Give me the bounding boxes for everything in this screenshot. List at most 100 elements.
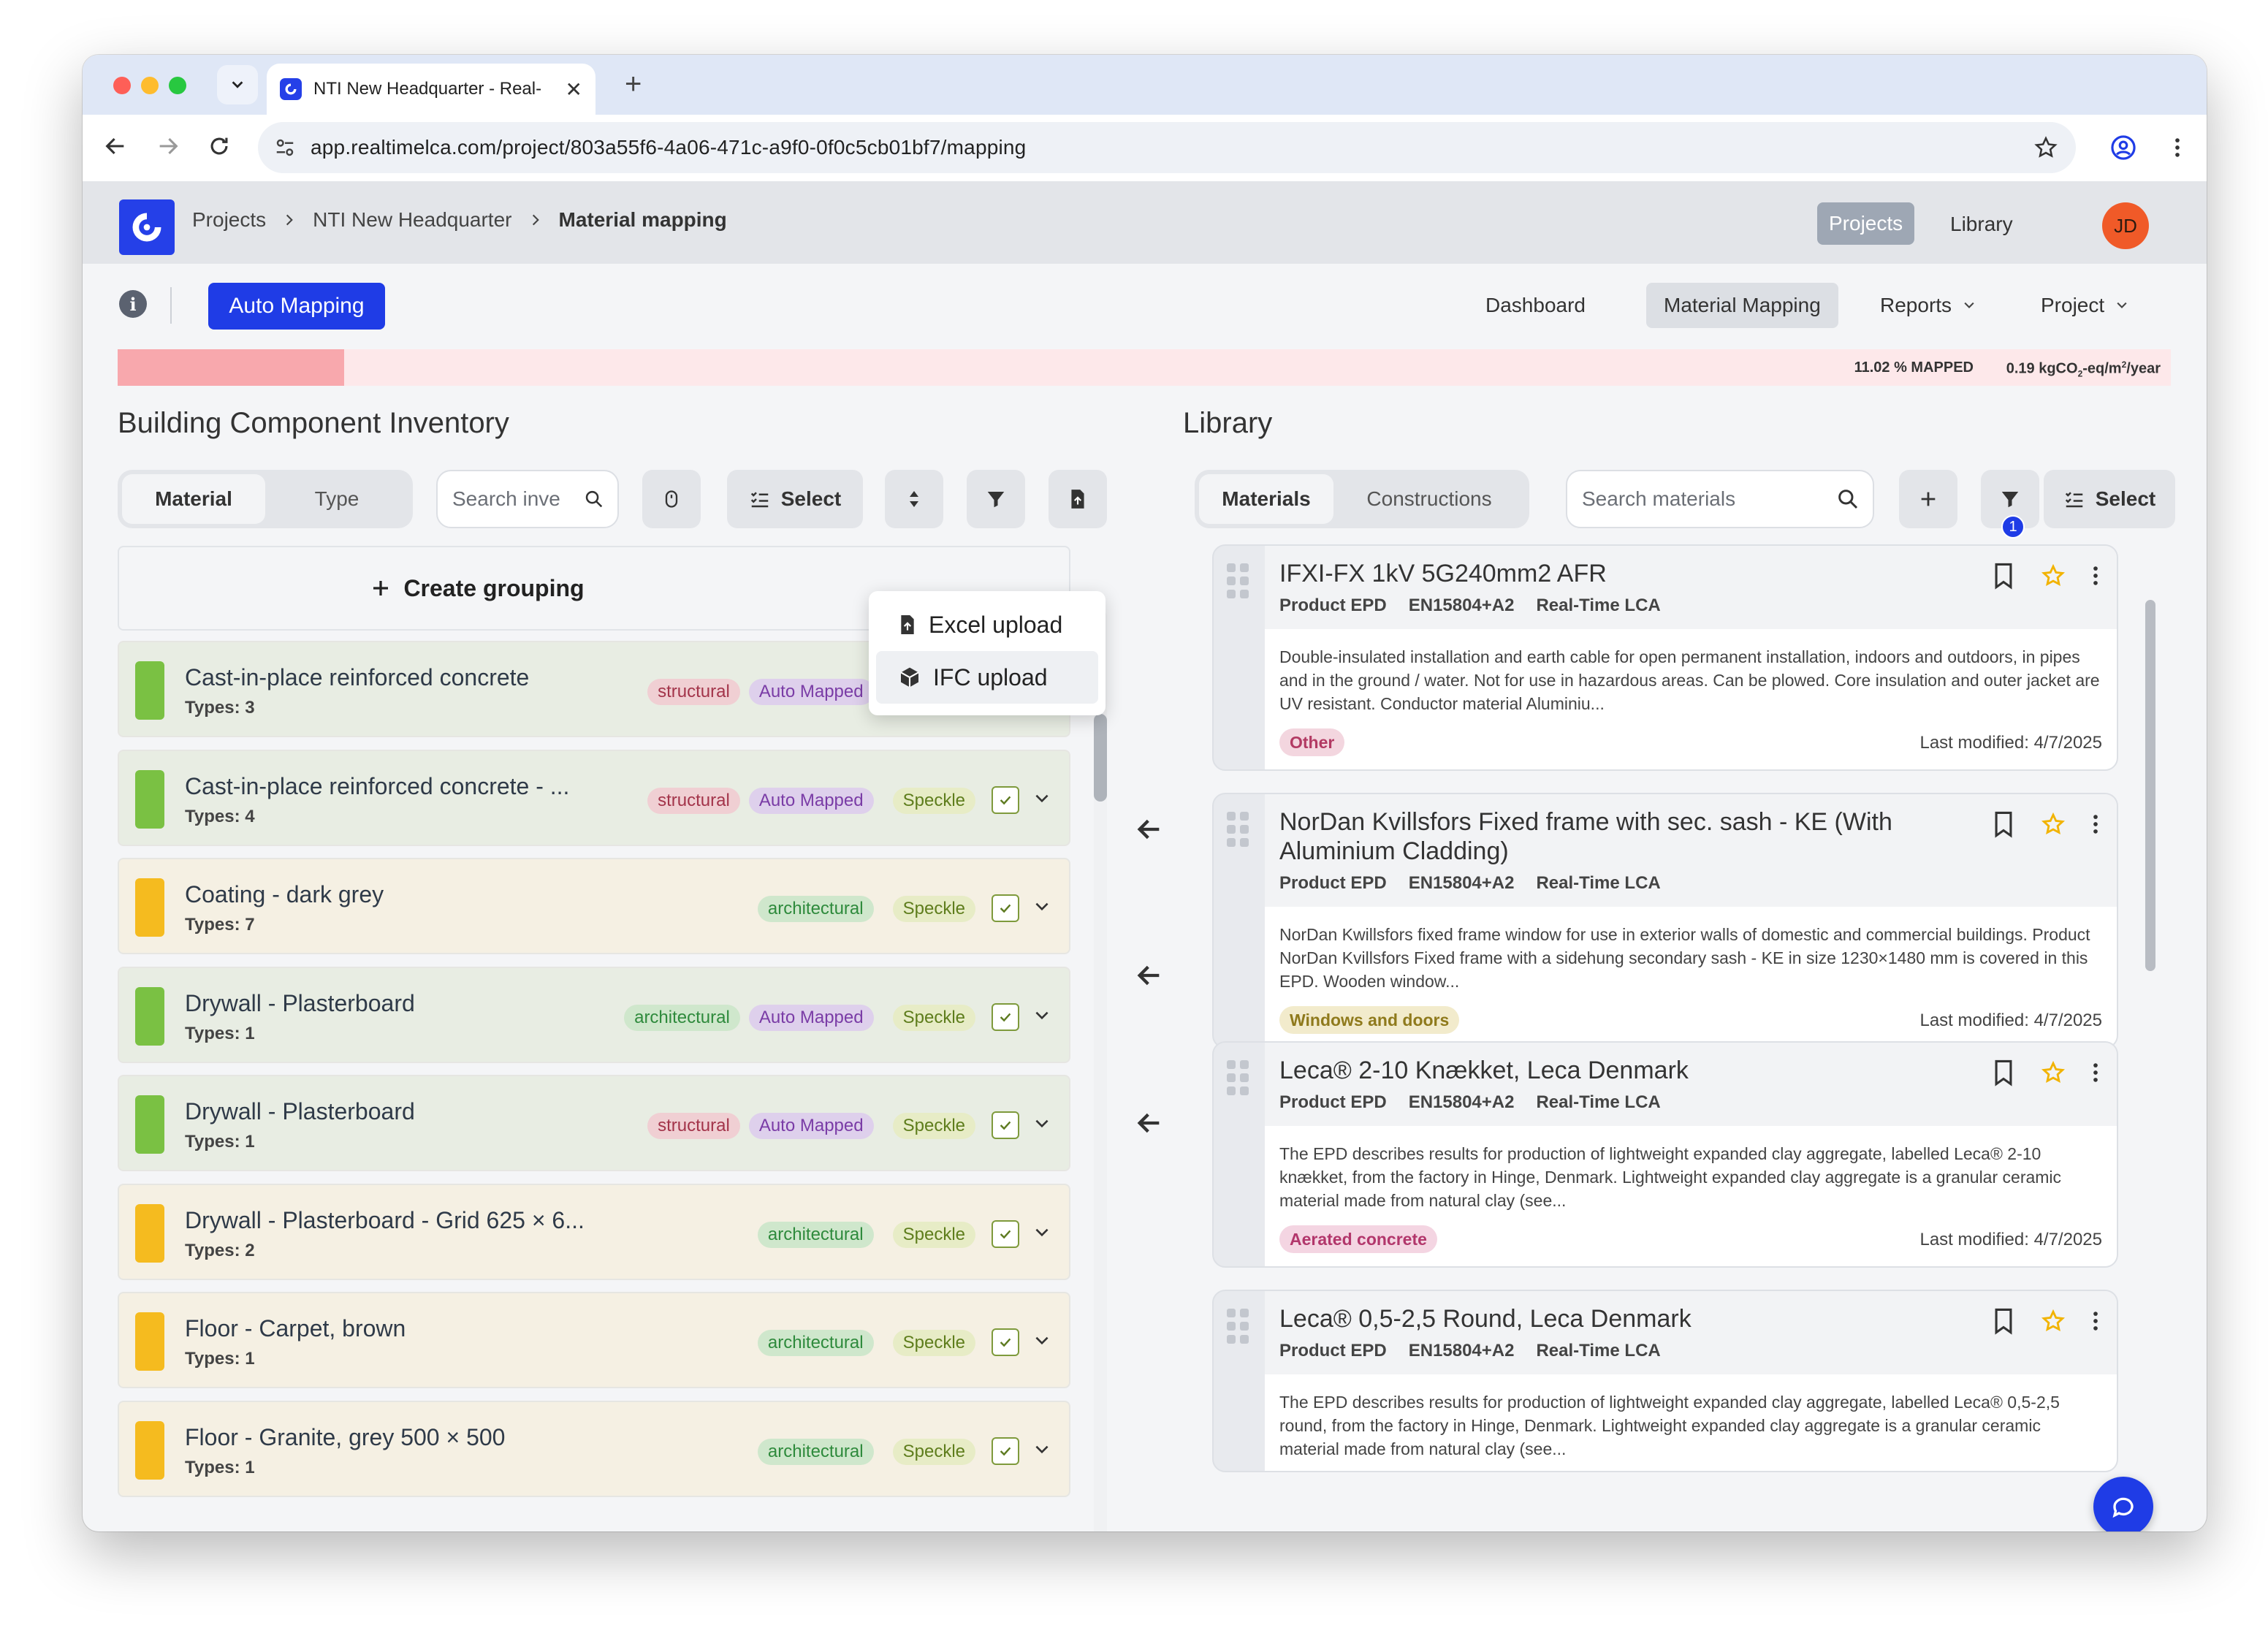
row-checkbox[interactable] bbox=[992, 1002, 1019, 1031]
app-logo[interactable] bbox=[119, 199, 175, 255]
row-checkbox[interactable] bbox=[992, 785, 1019, 814]
avatar[interactable]: JD bbox=[2102, 202, 2149, 249]
browser-menu-icon[interactable] bbox=[2165, 135, 2190, 160]
assign-arrow-button[interactable] bbox=[1130, 1104, 1168, 1142]
bookmark-icon[interactable] bbox=[1991, 562, 2016, 590]
chat-button[interactable] bbox=[2093, 1477, 2153, 1531]
upload-button[interactable] bbox=[1049, 470, 1107, 528]
drag-handle-icon[interactable] bbox=[1227, 812, 1249, 847]
row-checkbox[interactable] bbox=[992, 894, 1019, 922]
maximize-window-button[interactable] bbox=[169, 77, 186, 94]
header-projects-button[interactable]: Projects bbox=[1817, 202, 1915, 245]
drag-handle-icon[interactable] bbox=[1227, 563, 1249, 598]
nav-project[interactable]: Project bbox=[2023, 283, 2147, 328]
close-window-button[interactable] bbox=[113, 77, 131, 94]
toggle-constructions[interactable]: Constructions bbox=[1333, 474, 1525, 524]
assign-arrow-button[interactable] bbox=[1130, 810, 1168, 848]
nav-reports[interactable]: Reports bbox=[1862, 283, 1994, 328]
sort-button[interactable] bbox=[885, 470, 943, 528]
reload-icon[interactable] bbox=[207, 134, 232, 159]
library-card[interactable]: Leca® 0,5-2,5 Round, Leca Denmark Produc… bbox=[1212, 1290, 2118, 1472]
more-vertical-icon[interactable] bbox=[2090, 812, 2101, 837]
excel-upload-item[interactable]: Excel upload bbox=[876, 598, 1098, 651]
more-vertical-icon[interactable] bbox=[2090, 563, 2101, 588]
filter-count-badge: 1 bbox=[2001, 515, 2025, 539]
row-checkbox[interactable] bbox=[992, 1219, 1019, 1248]
back-icon[interactable] bbox=[103, 134, 128, 159]
library-select-button[interactable]: Select bbox=[2044, 470, 2175, 528]
expand-row-button[interactable] bbox=[1031, 1330, 1053, 1352]
library-card[interactable]: IFXI-FX 1kV 5G240mm2 AFR Product EPD EN15… bbox=[1212, 544, 2118, 771]
library-card-description: NorDan Kwillsfors fixed frame window for… bbox=[1279, 925, 2090, 991]
inventory-select-button[interactable]: Select bbox=[727, 470, 863, 528]
expand-row-button[interactable] bbox=[1031, 1222, 1053, 1244]
more-vertical-icon[interactable] bbox=[2090, 1060, 2101, 1085]
search-icon[interactable] bbox=[1836, 486, 1860, 512]
library-card-title: Leca® 2-10 Knækket, Leca Denmark bbox=[1279, 1057, 1689, 1084]
library-card[interactable]: NorDan Kvillsfors Fixed frame with sec. … bbox=[1212, 793, 2118, 1049]
row-checkbox[interactable] bbox=[992, 1436, 1019, 1465]
inventory-filter-button[interactable] bbox=[967, 470, 1025, 528]
inventory-row[interactable]: Floor - Granite, grey 500 × 500 Types: 1… bbox=[118, 1400, 1070, 1497]
forward-icon[interactable] bbox=[156, 134, 180, 159]
inventory-row[interactable]: Drywall - Plasterboard - Grid 625 × 6...… bbox=[118, 1183, 1070, 1280]
header-library-link[interactable]: Library bbox=[1950, 213, 2013, 236]
bookmark-icon[interactable] bbox=[1991, 1059, 2016, 1086]
star-icon[interactable] bbox=[2041, 563, 2066, 588]
inventory-row[interactable]: Drywall - Plasterboard Types: 1 structur… bbox=[118, 1075, 1070, 1171]
site-settings-icon[interactable] bbox=[274, 137, 296, 159]
library-card-title: NorDan Kvillsfors Fixed frame with sec. … bbox=[1279, 808, 1892, 865]
inventory-row-name: Drywall - Plasterboard bbox=[185, 1098, 415, 1124]
new-tab-button[interactable]: + bbox=[625, 69, 642, 99]
expand-row-button[interactable] bbox=[1031, 788, 1053, 810]
expand-row-button[interactable] bbox=[1031, 896, 1053, 918]
bookmark-icon[interactable] bbox=[1991, 810, 2016, 838]
drag-handle-icon[interactable] bbox=[1227, 1060, 1249, 1095]
more-vertical-icon[interactable] bbox=[2090, 1309, 2101, 1333]
add-material-button[interactable] bbox=[1899, 470, 1957, 528]
library-scrollbar[interactable] bbox=[2145, 600, 2155, 971]
breadcrumb-projects[interactable]: Projects bbox=[192, 208, 266, 232]
search-icon[interactable] bbox=[584, 487, 604, 511]
expand-row-button[interactable] bbox=[1031, 1005, 1053, 1027]
ifc-upload-item[interactable]: IFC upload bbox=[876, 651, 1098, 704]
info-icon[interactable]: i bbox=[119, 290, 147, 318]
library-search-input[interactable] bbox=[1580, 487, 1829, 511]
row-checkbox[interactable] bbox=[992, 1111, 1019, 1139]
auto-mapping-button[interactable]: Auto Mapping bbox=[208, 283, 385, 330]
star-icon[interactable] bbox=[2041, 812, 2066, 837]
inventory-scrollbar[interactable] bbox=[1094, 714, 1107, 802]
toggle-material[interactable]: Material bbox=[122, 474, 265, 524]
bookmark-star-icon[interactable] bbox=[2033, 135, 2058, 160]
nav-dashboard[interactable]: Dashboard bbox=[1468, 283, 1603, 328]
breadcrumb-project[interactable]: NTI New Headquarter bbox=[313, 208, 511, 232]
inventory-search-input[interactable] bbox=[451, 487, 577, 511]
minimize-window-button[interactable] bbox=[141, 77, 159, 94]
mouse-mode-button[interactable] bbox=[642, 470, 701, 528]
row-checkbox[interactable] bbox=[992, 1328, 1019, 1356]
tab-search-button[interactable] bbox=[217, 65, 258, 104]
toggle-type[interactable]: Type bbox=[265, 474, 408, 524]
last-modified: Last modified: 4/7/2025 bbox=[1919, 1230, 2102, 1249]
inventory-view-toggle: Material Type bbox=[118, 470, 413, 528]
inventory-row[interactable]: Drywall - Plasterboard Types: 1 architec… bbox=[118, 966, 1070, 1063]
browser-tab[interactable]: NTI New Headquarter - Real- ✕ bbox=[267, 64, 595, 115]
expand-row-button[interactable] bbox=[1031, 1439, 1053, 1461]
bookmark-icon[interactable] bbox=[1991, 1307, 2016, 1335]
profile-icon[interactable] bbox=[2109, 134, 2137, 161]
close-tab-icon[interactable]: ✕ bbox=[566, 77, 582, 102]
library-card[interactable]: Leca® 2-10 Knækket, Leca Denmark Product… bbox=[1212, 1041, 2118, 1268]
drag-handle-icon[interactable] bbox=[1227, 1309, 1249, 1344]
inventory-row[interactable]: Coating - dark grey Types: 7 architectur… bbox=[118, 858, 1070, 954]
assign-arrow-button[interactable] bbox=[1130, 956, 1168, 994]
inventory-row[interactable]: Cast-in-place reinforced concrete - ... … bbox=[118, 749, 1070, 846]
app-favicon-icon bbox=[280, 78, 302, 100]
speckle-tag: Speckle bbox=[892, 896, 975, 922]
toggle-materials[interactable]: Materials bbox=[1199, 474, 1333, 524]
star-icon[interactable] bbox=[2041, 1309, 2066, 1333]
star-icon[interactable] bbox=[2041, 1060, 2066, 1085]
nav-material-mapping[interactable]: Material Mapping bbox=[1646, 283, 1838, 328]
url-bar[interactable]: app.realtimelca.com/project/803a55f6-4a0… bbox=[258, 122, 2076, 173]
expand-row-button[interactable] bbox=[1031, 1113, 1053, 1135]
inventory-row[interactable]: Floor - Carpet, brown Types: 1 architect… bbox=[118, 1292, 1070, 1388]
